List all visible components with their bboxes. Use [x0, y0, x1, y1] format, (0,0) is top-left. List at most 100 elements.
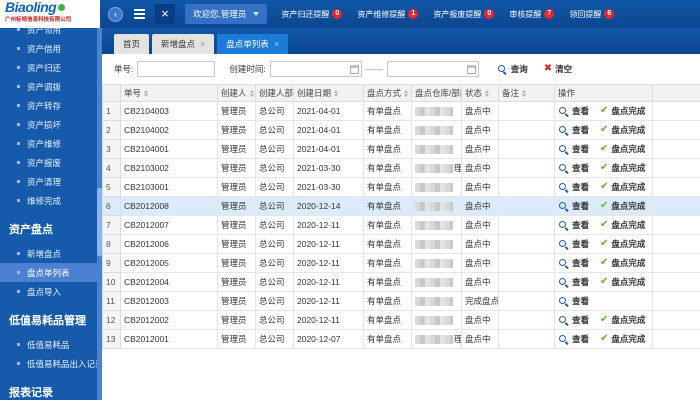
- notification-asset-return-reminder[interactable]: 资产归还提醒0: [281, 9, 342, 20]
- column-header[interactable]: 创建日期: [294, 85, 364, 102]
- tab-home[interactable]: 首页: [114, 34, 149, 54]
- complete-label: 盘点完成: [611, 314, 645, 326]
- tab-close-icon[interactable]: ×: [200, 40, 205, 49]
- complete-inventory-button[interactable]: ✔盘点完成: [600, 333, 645, 345]
- view-button[interactable]: 查看: [558, 219, 589, 231]
- sidebar-item-asset-scrap[interactable]: 资产报废: [0, 153, 97, 172]
- complete-inventory-button[interactable]: ✔盘点完成: [600, 314, 645, 326]
- sidebar-item-label: 资产维修: [27, 138, 61, 150]
- complete-inventory-button[interactable]: ✔盘点完成: [600, 200, 645, 212]
- notification-asset-scrap-reminder[interactable]: 资产报废提醒0: [433, 9, 494, 20]
- table-row[interactable]: 7CB2012007管理员总公司2020-12-11有单盘点盘点中查看✔盘点完成: [103, 216, 700, 235]
- sidebar-scrollbar[interactable]: [97, 28, 102, 400]
- table-row[interactable]: 2CB2104002管理员总公司2021-04-01有单盘点盘点中查看✔盘点完成: [103, 121, 700, 140]
- column-header[interactable]: 盘点仓库/部门: [412, 85, 462, 102]
- sidebar-item-inventory-list[interactable]: 盘点单列表: [0, 263, 97, 282]
- sidebar-item-asset-transfer[interactable]: 资产调拨: [0, 77, 97, 96]
- notification-audit-reminder[interactable]: 审核提醒7: [509, 9, 554, 20]
- table-row[interactable]: 12CB2012002管理员总公司2020-12-11有单盘点盘点中查看✔盘点完…: [103, 311, 700, 330]
- view-button[interactable]: 查看: [558, 314, 589, 326]
- sidebar-item-consumables-io-records[interactable]: 低值易耗品出入记录: [0, 354, 97, 373]
- view-button[interactable]: 查看: [558, 333, 589, 345]
- view-button[interactable]: 查看: [558, 105, 589, 117]
- view-button[interactable]: 查看: [558, 124, 589, 136]
- clear-button[interactable]: ✖ 清空: [544, 63, 572, 75]
- table-row[interactable]: 5CB2103001管理员总公司2021-03-30有单盘点盘点中查看✔盘点完成: [103, 178, 700, 197]
- complete-inventory-button[interactable]: ✔盘点完成: [600, 257, 645, 269]
- view-button[interactable]: 查看: [558, 200, 589, 212]
- column-header[interactable]: 状态: [462, 85, 499, 102]
- sidebar-group-header-asset-inventory[interactable]: 资产盘点: [0, 210, 97, 244]
- sidebar-item-inventory-import[interactable]: 盘点导入: [0, 282, 97, 301]
- date-to-input[interactable]: [388, 62, 467, 76]
- notification-reclaim-reminder[interactable]: 领回提醒6: [569, 9, 614, 20]
- table-row[interactable]: 9CB2012005管理员总公司2020-12-11有单盘点盘点中查看✔盘点完成: [103, 254, 700, 273]
- notification-asset-repair-reminder[interactable]: 资产维修提醒1: [357, 9, 418, 20]
- table-row[interactable]: 4CB2103002管理员总公司2021-03-30有单盘点理点盘点中查看✔盘点…: [103, 159, 700, 178]
- column-header[interactable]: 单号: [121, 85, 218, 102]
- dept-cell: 总公司: [256, 235, 294, 254]
- collapse-sidebar-button[interactable]: ‹: [108, 7, 123, 22]
- sidebar-item-asset-cleanup[interactable]: 资产清理: [0, 172, 97, 191]
- sidebar-group-header-consumables-management[interactable]: 低值易耗品管理: [0, 301, 97, 335]
- scrollbar-thumb[interactable]: [97, 188, 102, 256]
- column-header[interactable]: 创建人: [218, 85, 256, 102]
- tab-new-inventory[interactable]: 新增盘点×: [152, 34, 214, 54]
- sidebar-item-asset-requisition[interactable]: 资产领用: [0, 28, 97, 39]
- table-row[interactable]: 8CB2012006管理员总公司2020-12-11有单盘点盘点中查看✔盘点完成: [103, 235, 700, 254]
- view-button[interactable]: 查看: [558, 162, 589, 174]
- sidebar-group-header-report-records[interactable]: 报表记录: [0, 373, 97, 400]
- calendar-icon[interactable]: [467, 65, 476, 74]
- view-button[interactable]: 查看: [558, 257, 589, 269]
- table-row[interactable]: 11CB2012003管理员总公司2020-12-11有单盘点完成盘点查看: [103, 292, 700, 311]
- table-row[interactable]: 10CB2012004管理员总公司2020-12-11有单盘点盘点中查看✔盘点完…: [103, 273, 700, 292]
- table-row[interactable]: 13CB2012001管理员总公司2020-12-07有单盘点理点盘点中查看✔盘…: [103, 330, 700, 349]
- table-row[interactable]: 1CB2104003管理员总公司2021-04-01有单盘点盘点中查看✔盘点完成: [103, 102, 700, 121]
- column-header: [103, 85, 121, 102]
- remark-cell: [499, 292, 555, 311]
- actions-cell: 查看 ✔盘点完成: [555, 254, 653, 273]
- filler-cell: [653, 292, 700, 311]
- sidebar-item-repair-complete[interactable]: 维修完成: [0, 191, 97, 210]
- tab-close-icon[interactable]: ×: [274, 40, 279, 49]
- actions-cell: 查看 ✔盘点完成: [555, 197, 653, 216]
- date-from-input[interactable]: [271, 62, 350, 76]
- view-button[interactable]: 查看: [558, 276, 589, 288]
- order-no-input[interactable]: [137, 61, 215, 77]
- calendar-icon[interactable]: [350, 65, 359, 74]
- check-icon: ✔: [600, 182, 608, 192]
- tab-inventory-list[interactable]: 盘点单列表×: [217, 34, 288, 54]
- view-button[interactable]: 查看: [558, 143, 589, 155]
- complete-inventory-button[interactable]: ✔盘点完成: [600, 181, 645, 193]
- complete-inventory-button[interactable]: ✔盘点完成: [600, 238, 645, 250]
- complete-inventory-button[interactable]: ✔盘点完成: [600, 219, 645, 231]
- column-header[interactable]: 创建人部门: [256, 85, 294, 102]
- search-button[interactable]: 查询: [497, 63, 528, 75]
- sidebar-item-consumables[interactable]: 低值易耗品: [0, 335, 97, 354]
- sidebar-item-asset-borrow[interactable]: 资产借用: [0, 39, 97, 58]
- complete-inventory-button[interactable]: ✔盘点完成: [600, 105, 645, 117]
- hamburger-menu-icon[interactable]: [132, 7, 147, 21]
- sidebar-item-asset-return[interactable]: 资产归还: [0, 58, 97, 77]
- complete-inventory-button[interactable]: ✔盘点完成: [600, 143, 645, 155]
- table-row[interactable]: 6CB2012008管理员总公司2020-12-14有单盘点盘点中查看✔盘点完成: [103, 197, 700, 216]
- view-button[interactable]: 查看: [558, 238, 589, 250]
- complete-inventory-button[interactable]: ✔盘点完成: [600, 124, 645, 136]
- row-number-cell: 7: [103, 216, 121, 235]
- sidebar-item-asset-repair[interactable]: 资产维修: [0, 134, 97, 153]
- sidebar-item-label: 新增盘点: [27, 248, 61, 260]
- view-button[interactable]: 查看: [558, 295, 589, 307]
- column-header[interactable]: 盘点方式: [364, 85, 412, 102]
- blurred-text: [415, 126, 453, 135]
- close-icon[interactable]: ×: [155, 4, 175, 24]
- sidebar-item-asset-storage[interactable]: 资产转存: [0, 96, 97, 115]
- bullet-icon: [17, 66, 20, 69]
- user-dropdown[interactable]: 欢迎您,管理员: [185, 4, 267, 24]
- complete-inventory-button[interactable]: ✔盘点完成: [600, 276, 645, 288]
- column-header[interactable]: 备注: [499, 85, 555, 102]
- view-button[interactable]: 查看: [558, 181, 589, 193]
- sidebar-item-asset-damage[interactable]: 资产损坏: [0, 115, 97, 134]
- table-row[interactable]: 3CB2104001管理员总公司2021-04-01有单盘点盘点中查看✔盘点完成: [103, 140, 700, 159]
- complete-inventory-button[interactable]: ✔盘点完成: [600, 162, 645, 174]
- sidebar-item-new-inventory[interactable]: 新增盘点: [0, 244, 97, 263]
